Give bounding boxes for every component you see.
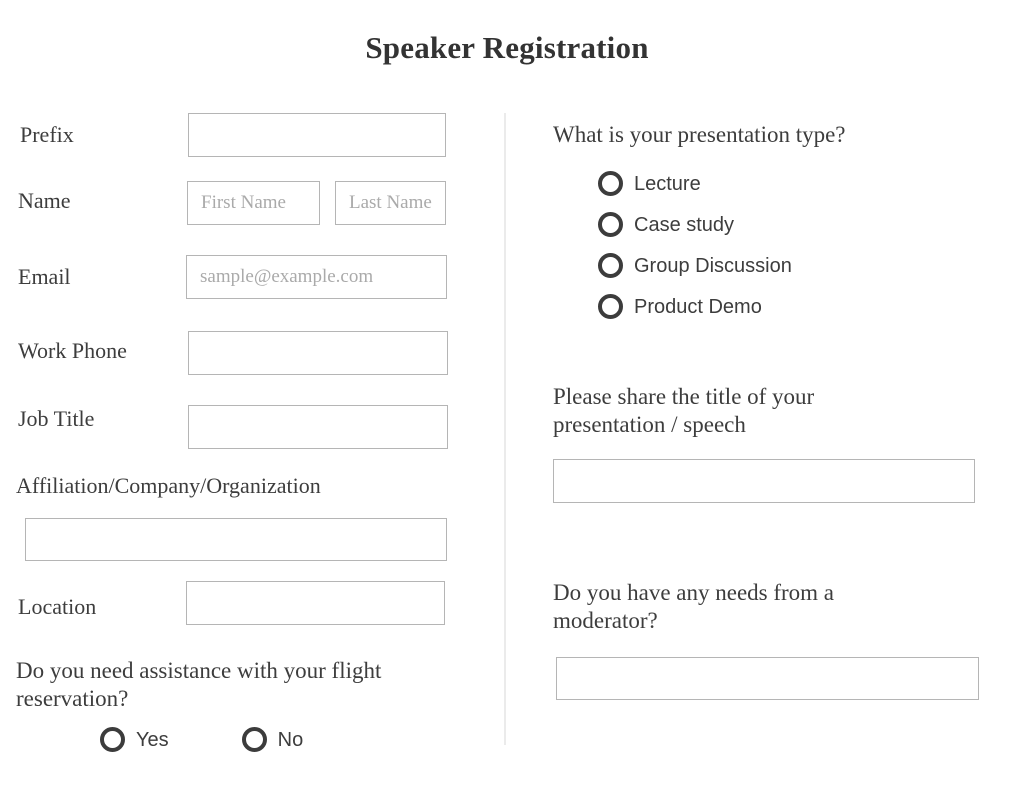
- affiliation-input[interactable]: [25, 518, 447, 561]
- moderator-needs-input[interactable]: [556, 657, 979, 700]
- flight-assistance-radio-group: Yes No: [100, 727, 303, 752]
- radio-circle-icon[interactable]: [100, 727, 125, 752]
- question-presentation-title: Please share the title of your presentat…: [553, 383, 893, 439]
- radio-circle-icon[interactable]: [598, 294, 623, 319]
- radio-option-lecture[interactable]: Lecture: [598, 171, 792, 196]
- presentation-type-radio-group: Lecture Case study Group Discussion Prod…: [598, 171, 792, 335]
- radio-option-case-study[interactable]: Case study: [598, 212, 792, 237]
- label-work-phone: Work Phone: [18, 337, 127, 365]
- job-title-input[interactable]: [188, 405, 448, 449]
- question-presentation-type: What is your presentation type?: [553, 121, 983, 149]
- first-name-input[interactable]: [187, 181, 320, 225]
- label-prefix: Prefix: [20, 121, 74, 149]
- email-input[interactable]: [186, 255, 447, 299]
- radio-option-flight-no[interactable]: No: [242, 727, 304, 752]
- radio-label-case-study: Case study: [634, 213, 734, 237]
- radio-option-flight-yes[interactable]: Yes: [100, 727, 169, 752]
- presentation-title-input[interactable]: [553, 459, 975, 503]
- prefix-input[interactable]: [188, 113, 446, 157]
- label-job-title: Job Title: [18, 405, 94, 433]
- location-input[interactable]: [186, 581, 445, 625]
- left-column: Prefix Name Email Work Phone Job Title A…: [0, 0, 504, 794]
- radio-circle-icon[interactable]: [598, 253, 623, 278]
- label-affiliation: Affiliation/Company/Organization: [16, 472, 486, 500]
- radio-label-group-discussion: Group Discussion: [634, 254, 792, 278]
- last-name-input[interactable]: [335, 181, 446, 225]
- label-email: Email: [18, 263, 71, 291]
- work-phone-input[interactable]: [188, 331, 448, 375]
- question-flight-assistance: Do you need assistance with your flight …: [16, 657, 416, 713]
- radio-label-product-demo: Product Demo: [634, 295, 762, 319]
- radio-circle-icon[interactable]: [242, 727, 267, 752]
- radio-circle-icon[interactable]: [598, 171, 623, 196]
- label-location: Location: [18, 593, 96, 621]
- radio-label-lecture: Lecture: [634, 172, 701, 196]
- radio-option-group-discussion[interactable]: Group Discussion: [598, 253, 792, 278]
- radio-option-product-demo[interactable]: Product Demo: [598, 294, 792, 319]
- right-column: What is your presentation type? Lecture …: [506, 0, 1014, 794]
- radio-label-flight-yes: Yes: [136, 728, 169, 752]
- radio-label-flight-no: No: [278, 728, 304, 752]
- radio-circle-icon[interactable]: [598, 212, 623, 237]
- question-moderator-needs: Do you have any needs from a moderator?: [553, 579, 923, 635]
- label-name: Name: [18, 187, 71, 215]
